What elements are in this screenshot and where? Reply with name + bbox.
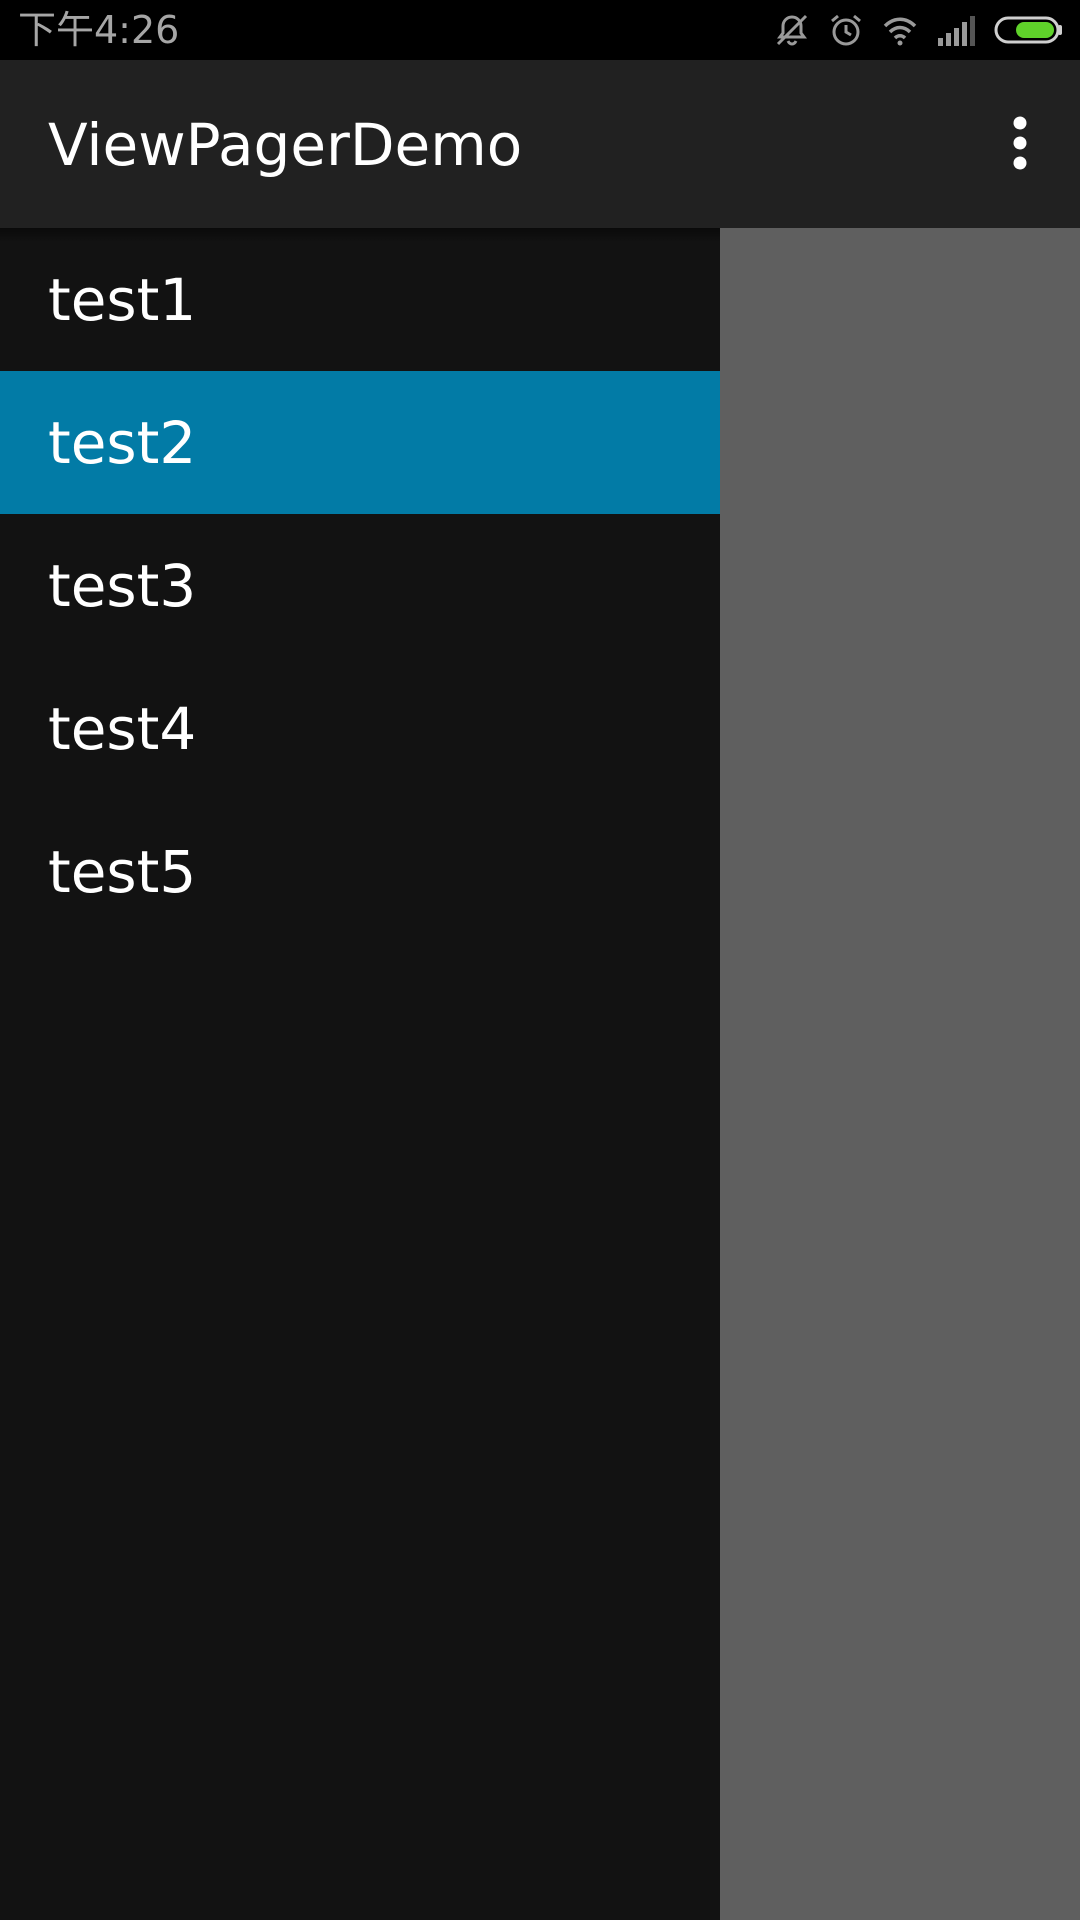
more-vert-icon <box>1010 115 1030 175</box>
drawer-item-test4[interactable]: test4 <box>0 657 720 800</box>
content-scrim[interactable] <box>720 228 1080 1920</box>
overflow-menu-button[interactable] <box>990 110 1050 180</box>
battery-icon <box>994 15 1064 45</box>
drawer-item-test5[interactable]: test5 <box>0 800 720 943</box>
app-title: ViewPagerDemo <box>48 111 523 179</box>
status-time: 下午4:26 <box>18 8 180 52</box>
drawer-item-test3[interactable]: test3 <box>0 514 720 657</box>
status-icons <box>774 10 1064 50</box>
drawer-item-label: test3 <box>48 551 197 620</box>
screen: 下午4:26 ViewPagerDemo test1 test2 test3 t… <box>0 0 1080 1920</box>
drawer-item-label: test4 <box>48 694 197 763</box>
alarm-icon <box>828 12 864 48</box>
drawer-top-shadow <box>0 228 720 242</box>
drawer-item-label: test5 <box>48 837 197 906</box>
drawer-item-test2[interactable]: test2 <box>0 371 720 514</box>
drawer-item-label: test2 <box>48 408 197 477</box>
drawer-item-test1[interactable]: test1 <box>0 228 720 371</box>
mute-icon <box>774 12 810 48</box>
navigation-drawer: test1 test2 test3 test4 test5 <box>0 228 720 1920</box>
drawer-item-label: test1 <box>48 265 197 334</box>
app-bar: ViewPagerDemo <box>0 60 1080 228</box>
signal-icon <box>936 12 976 48</box>
wifi-icon <box>882 12 918 48</box>
status-bar: 下午4:26 <box>0 0 1080 60</box>
